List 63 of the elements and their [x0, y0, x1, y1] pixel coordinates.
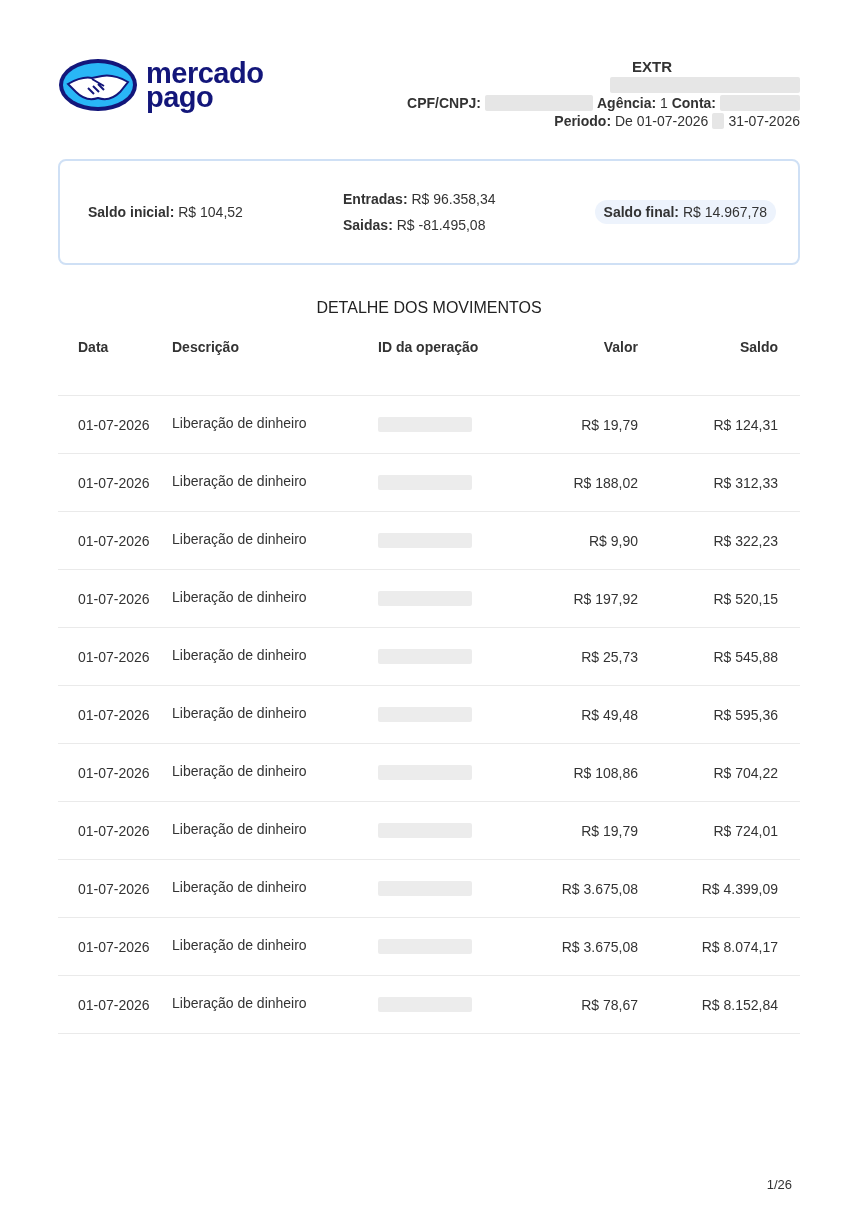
redacted-block — [712, 113, 725, 129]
balance-cell-text: R$ 8.074,17 — [700, 938, 778, 955]
period-from: Periodo: De 01-07-2026 — [554, 113, 709, 129]
balance-cell-text: R$ 312,33 — [712, 474, 778, 491]
balance-cell-text: R$ 595,36 — [712, 706, 778, 723]
logo-wordmark: mercado — [146, 61, 264, 85]
description-cell-text: Liberação de dinheiro — [172, 646, 308, 663]
date-cell-text: 01-07-2026 — [78, 474, 151, 491]
date-cell-text: 01-07-2026 — [78, 648, 151, 665]
column-header: ID da operação — [378, 339, 480, 355]
balance-cell-text: R$ 724,01 — [712, 822, 778, 839]
description-cell-text: Liberação de dinheiro — [172, 704, 308, 721]
amount-cell-text: R$ 197,92 — [572, 590, 638, 607]
date-cell-text: 01-07-2026 — [78, 938, 151, 955]
column-header: Descrição — [172, 339, 240, 355]
date-cell-text: 01-07-2026 — [78, 706, 151, 723]
amount-cell-text: R$ 3.675,08 — [560, 880, 638, 897]
description-cell-text: Liberação de dinheiro — [172, 994, 308, 1011]
period-to: 31-07-2026 — [728, 113, 800, 129]
agencia-text: Agência: 1 Conta: — [596, 95, 716, 111]
description-cell-text: Liberação de dinheiro — [172, 588, 308, 605]
balance-cell-text: R$ 545,88 — [712, 648, 778, 665]
income-total: Entradas: R$ 96.358,34 — [343, 191, 497, 207]
page-number: 1/26 — [766, 1177, 792, 1192]
date-cell-text: 01-07-2026 — [78, 822, 151, 839]
balance-cell-text: R$ 8.152,84 — [700, 996, 778, 1013]
date-cell-text: 01-07-2026 — [78, 764, 151, 781]
amount-cell-text: R$ 108,86 — [572, 764, 638, 781]
date-cell-text: 01-07-2026 — [78, 416, 151, 433]
document-title: EXTR — [632, 58, 672, 75]
column-header: Data — [78, 339, 110, 355]
date-cell-text: 01-07-2026 — [78, 590, 151, 607]
date-cell-text: 01-07-2026 — [78, 880, 151, 897]
amount-cell-text: R$ 19,79 — [580, 822, 638, 839]
section-title: DETALHE DOS MOVIMENTOS — [315, 299, 543, 317]
description-cell-text: Liberação de dinheiro — [172, 936, 308, 953]
column-header: Valor — [602, 339, 638, 355]
description-cell-text: Liberação de dinheiro — [172, 878, 308, 895]
amount-cell-text: R$ 78,67 — [580, 996, 638, 1013]
amount-cell-text: R$ 49,48 — [580, 706, 638, 723]
amount-cell-text: R$ 3.675,08 — [560, 938, 638, 955]
balance-cell-text: R$ 124,31 — [712, 416, 778, 433]
column-header: Saldo — [738, 339, 778, 355]
description-cell-text: Liberação de dinheiro — [172, 820, 308, 837]
date-cell-text: 01-07-2026 — [78, 532, 151, 549]
final-balance: Saldo final: R$ 14.967,78 — [594, 200, 776, 224]
cpf-label: CPF/CNPJ: — [407, 95, 481, 111]
description-cell-text: Liberação de dinheiro — [172, 472, 308, 489]
amount-cell-text: R$ 188,02 — [572, 474, 638, 491]
amount-cell-text: R$ 25,73 — [580, 648, 638, 665]
amount-cell-text: R$ 9,90 — [587, 532, 638, 549]
balance-cell-text: R$ 520,15 — [712, 590, 778, 607]
balance-cell-text: R$ 704,22 — [712, 764, 778, 781]
handshake-logo-icon — [58, 58, 138, 112]
description-cell-text: Liberação de dinheiro — [172, 414, 308, 431]
date-cell-text: 01-07-2026 — [78, 996, 151, 1013]
description-cell-text: Liberação de dinheiro — [172, 762, 308, 779]
balance-cell-text: R$ 4.399,09 — [700, 880, 778, 897]
initial-balance: Saldo inicial: R$ 104,52 — [88, 204, 244, 220]
amount-cell-text: R$ 19,79 — [580, 416, 638, 433]
balance-cell-text: R$ 322,23 — [712, 532, 778, 549]
expense-total: Saidas: R$ -81.495,08 — [343, 217, 487, 233]
description-cell-text: Liberação de dinheiro — [172, 530, 308, 547]
